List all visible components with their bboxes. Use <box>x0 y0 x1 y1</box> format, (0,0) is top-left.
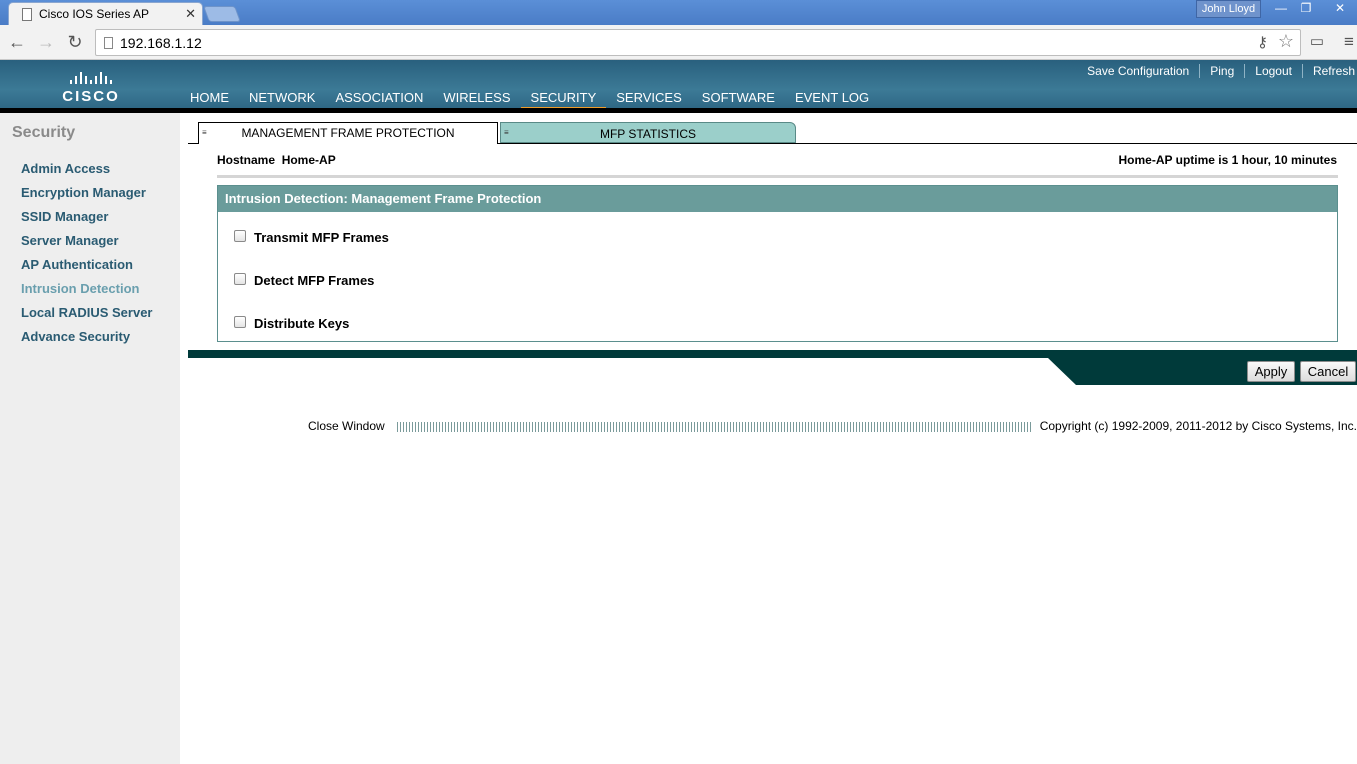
back-icon[interactable]: ← <box>6 31 28 53</box>
menu-wireless[interactable]: WIRELESS <box>443 90 510 105</box>
menu-icon[interactable]: ≡ <box>1338 31 1357 53</box>
menu-network[interactable]: NETWORK <box>249 90 315 105</box>
grip-icon: ≡ <box>504 128 509 137</box>
profile-button[interactable]: John Lloyd <box>1196 0 1261 18</box>
key-icon[interactable]: ⚷ <box>1257 33 1268 51</box>
option-label: Detect MFP Frames <box>254 273 375 288</box>
page-tabs: ≡ MANAGEMENT FRAME PROTECTION ≡ MFP STAT… <box>188 122 1357 144</box>
reload-icon[interactable]: ↻ <box>64 31 86 53</box>
logo-text: CISCO <box>62 88 120 105</box>
transmit-mfp-checkbox[interactable] <box>234 229 246 242</box>
detect-mfp-checkbox[interactable] <box>234 272 246 285</box>
sidebar-item-ap-authentication[interactable]: AP Authentication <box>21 257 133 272</box>
page-icon <box>104 37 113 49</box>
divider <box>217 175 1338 178</box>
header-divider <box>0 108 1357 113</box>
tab-management-frame-protection[interactable]: ≡ MANAGEMENT FRAME PROTECTION <box>198 122 498 144</box>
cisco-logo: CISCO <box>56 68 126 106</box>
option-detect-mfp: Detect MFP Frames <box>234 272 375 288</box>
forward-icon[interactable]: → <box>35 31 57 53</box>
tab-mfp-statistics[interactable]: ≡ MFP STATISTICS <box>500 122 796 143</box>
apply-button[interactable]: Apply <box>1247 361 1295 382</box>
sidebar-item-encryption-manager[interactable]: Encryption Manager <box>21 185 146 200</box>
address-bar[interactable]: 192.168.1.12 ⚷ ☆ <box>95 29 1301 56</box>
sidebar: Security Admin Access Encryption Manager… <box>0 113 180 764</box>
menu-home[interactable]: HOME <box>190 90 229 105</box>
tab-title: Cisco IOS Series AP <box>39 7 150 21</box>
tab-label: MANAGEMENT FRAME PROTECTION <box>241 126 455 140</box>
close-icon[interactable]: ✕ <box>185 6 196 22</box>
sidebar-item-intrusion-detection[interactable]: Intrusion Detection <box>21 281 139 296</box>
close-window-link[interactable]: Close Window <box>308 419 385 433</box>
hostname: Hostname Home-AP <box>217 153 336 167</box>
browser-tab[interactable]: Cisco IOS Series AP ✕ <box>8 2 203 26</box>
sidebar-item-admin-access[interactable]: Admin Access <box>21 161 110 176</box>
option-label: Transmit MFP Frames <box>254 230 389 245</box>
panel-title: Intrusion Detection: Management Frame Pr… <box>218 186 1337 212</box>
footer-stripes <box>397 422 1033 432</box>
hostname-value: Home-AP <box>281 153 336 167</box>
app-header: CISCO HOME NETWORK ASSOCIATION WIRELESS … <box>0 60 1357 111</box>
restore-icon[interactable]: ❐ <box>1294 0 1318 18</box>
browser-toolbar: ← → ↻ 192.168.1.12 ⚷ ☆ ▭ ≡ <box>0 25 1357 60</box>
ping-link[interactable]: Ping <box>1200 64 1246 78</box>
copyright-text: Copyright (c) 1992-2009, 2011-2012 by Ci… <box>1039 419 1357 433</box>
sidebar-item-server-manager[interactable]: Server Manager <box>21 233 119 248</box>
new-tab-button[interactable] <box>203 6 241 22</box>
browser-titlebar: Cisco IOS Series AP ✕ John Lloyd — ❐ ✕ <box>0 0 1357 26</box>
option-label: Distribute Keys <box>254 316 350 331</box>
uptime-text: Home-AP uptime is 1 hour, 10 minutes <box>1118 153 1338 167</box>
menu-association[interactable]: ASSOCIATION <box>335 90 423 105</box>
window-close-icon[interactable]: ✕ <box>1328 0 1352 18</box>
sidebar-item-local-radius-server[interactable]: Local RADIUS Server <box>21 305 153 320</box>
page-icon <box>22 8 32 21</box>
menu-services[interactable]: SERVICES <box>616 90 682 105</box>
minimize-icon[interactable]: — <box>1269 0 1293 18</box>
hostname-label: Hostname <box>217 153 276 167</box>
mfp-panel: Intrusion Detection: Management Frame Pr… <box>217 185 1338 342</box>
refresh-link[interactable]: Refresh <box>1303 64 1357 78</box>
menu-software[interactable]: SOFTWARE <box>702 90 775 105</box>
tab-label: MFP STATISTICS <box>599 127 696 141</box>
cast-icon[interactable]: ▭ <box>1306 31 1328 53</box>
sidebar-item-ssid-manager[interactable]: SSID Manager <box>21 209 108 224</box>
menu-security[interactable]: SECURITY <box>520 90 606 111</box>
option-transmit-mfp: Transmit MFP Frames <box>234 229 389 245</box>
save-configuration-link[interactable]: Save Configuration <box>1077 64 1201 78</box>
top-links: Save Configuration Ping Logout Refresh <box>1077 64 1357 78</box>
sidebar-item-advance-security[interactable]: Advance Security <box>21 329 130 344</box>
url-text: 192.168.1.12 <box>120 35 202 51</box>
sidebar-title: Security <box>12 124 76 141</box>
logout-link[interactable]: Logout <box>1245 64 1303 78</box>
grip-icon: ≡ <box>202 128 207 137</box>
menu-event-log[interactable]: EVENT LOG <box>795 90 869 105</box>
cancel-button[interactable]: Cancel <box>1300 361 1356 382</box>
main-menu: HOME NETWORK ASSOCIATION WIRELESS SECURI… <box>190 90 889 111</box>
distribute-keys-checkbox[interactable] <box>234 315 246 328</box>
action-bar <box>188 350 1357 358</box>
option-distribute-keys: Distribute Keys <box>234 315 350 331</box>
star-icon[interactable]: ☆ <box>1278 31 1294 52</box>
